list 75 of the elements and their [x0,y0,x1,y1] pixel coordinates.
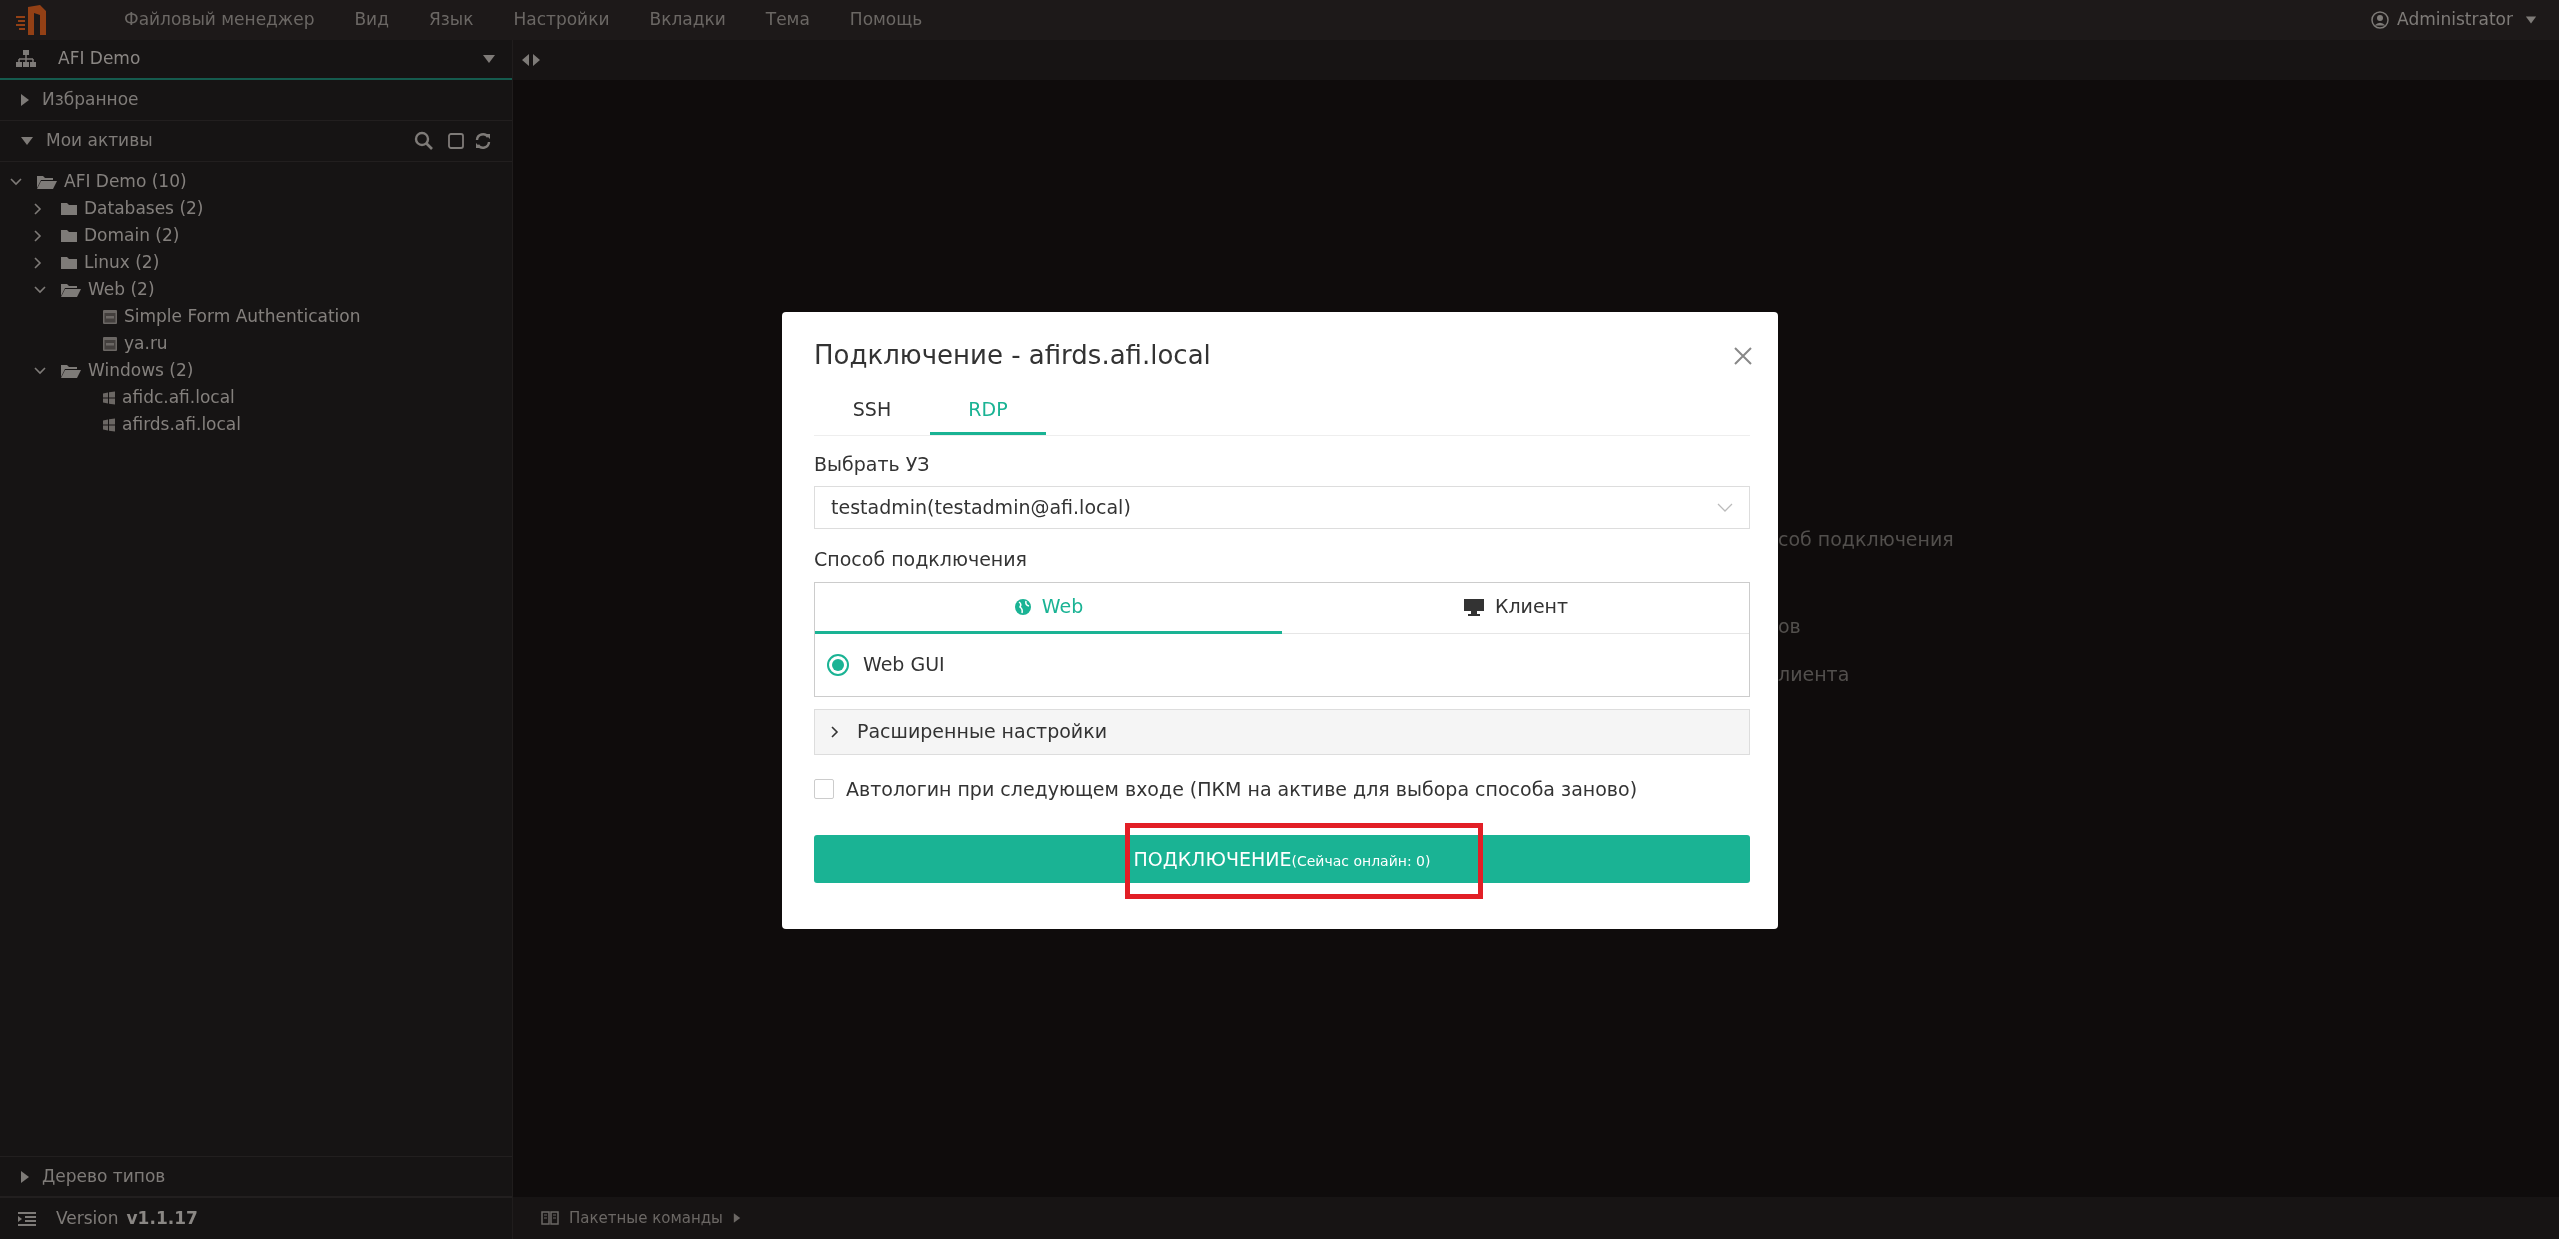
tree-item[interactable]: ya.ru [124,330,168,357]
chevron-down-icon[interactable] [34,366,46,375]
version-number: v1.1.17 [126,1206,198,1230]
user-icon [2371,11,2390,29]
folder-open-icon [36,173,58,190]
folder-open-icon [60,281,82,298]
tree-item[interactable]: afidc.afi.local [122,384,235,411]
method-tab[interactable]: Web [815,582,1282,634]
tree-item[interactable]: Linux (2) [84,249,160,276]
protocol-tab[interactable]: SSH [814,391,930,435]
web-page-icon [102,308,118,325]
background-text: лиента [1778,662,1851,687]
protocol-tab[interactable]: RDP [930,391,1046,435]
advanced-settings-toggle[interactable]: Расширенные настройки [814,708,1750,755]
tree-item[interactable]: Windows (2) [88,357,194,384]
checkbox-label[interactable]: Автологин при следующем входе (ПКМ на активе для выбора способа заново) [846,774,1638,803]
batch-commands-link[interactable]: Пакетные команды [569,1206,723,1230]
square-icon[interactable] [448,133,464,149]
refresh-icon[interactable] [474,132,492,150]
caret-down-icon[interactable] [20,136,34,146]
tree-item[interactable]: Simple Form Authentication [124,303,361,330]
menu-item[interactable]: Помощь [829,7,943,33]
account-select[interactable]: testadmin(testadmin@afi.local) [814,486,1750,529]
caret-down-icon[interactable] [2525,15,2537,25]
book-icon [541,1211,559,1225]
dialog-title: Подключение - afirds.afi.local [814,339,1211,372]
section-title[interactable]: Избранное [42,87,492,113]
menu-item[interactable]: Настройки [493,7,630,33]
menu-item[interactable]: Вкладки [629,7,746,33]
radio-button[interactable] [827,653,849,676]
field-label: Способ подключения [814,547,1029,572]
collapse-arrows-icon[interactable] [521,53,541,67]
chevron-down-icon[interactable] [10,177,22,186]
field-label: Выбрать УЗ [814,451,931,477]
tree-item[interactable]: Domain (2) [84,222,180,249]
background-text: соб подключения [1778,527,1954,552]
menu-item[interactable]: Вид [334,7,409,33]
tree-item[interactable]: AFI Demo (10) [64,168,187,195]
method-tab[interactable]: Клиент [1282,582,1749,634]
workspace-name[interactable]: AFI Demo [58,46,482,72]
tree-item[interactable]: Web (2) [88,276,155,303]
menu-item[interactable]: Тема [745,7,830,33]
folder-icon [60,228,78,243]
folder-open-icon [60,362,82,379]
indent-icon[interactable] [18,1211,36,1226]
hierarchy-icon [16,50,36,68]
caret-right-icon[interactable] [732,1211,741,1225]
option-label[interactable]: Web GUI [863,650,945,679]
windows-icon [102,390,116,405]
connect-button[interactable]: ПОДКЛЮЧЕНИЕ(Сейчас онлайн: 0) [814,835,1750,883]
folder-icon [60,255,78,270]
windows-icon [102,417,116,432]
user-menu[interactable]: Administrator [2365,6,2519,34]
chevron-right-icon[interactable] [831,725,839,738]
caret-right-icon[interactable] [20,1169,30,1184]
tree-item[interactable]: afirds.afi.local [122,411,241,438]
checkbox[interactable] [814,778,834,799]
chevron-down-icon [1717,502,1733,513]
caret-right-icon[interactable] [20,93,30,107]
section-title[interactable]: Дерево типов [42,1163,166,1190]
web-page-icon [102,335,118,352]
monitor-icon [1462,597,1485,616]
logo-icon [14,3,48,37]
globe-icon [1013,597,1032,616]
caret-down-icon[interactable] [482,54,496,64]
version-label: Version [56,1206,119,1230]
folder-icon [60,201,78,216]
menu-item[interactable]: Файловый менеджер [104,7,335,33]
menu-item[interactable]: Язык [408,7,494,33]
chevron-down-icon[interactable] [34,285,46,294]
background-text: ов [1778,613,1802,639]
close-icon [1734,346,1752,365]
search-icon[interactable] [414,131,434,151]
tree-item[interactable]: Databases (2) [84,195,204,222]
section-title[interactable]: Мои активы [46,128,414,154]
